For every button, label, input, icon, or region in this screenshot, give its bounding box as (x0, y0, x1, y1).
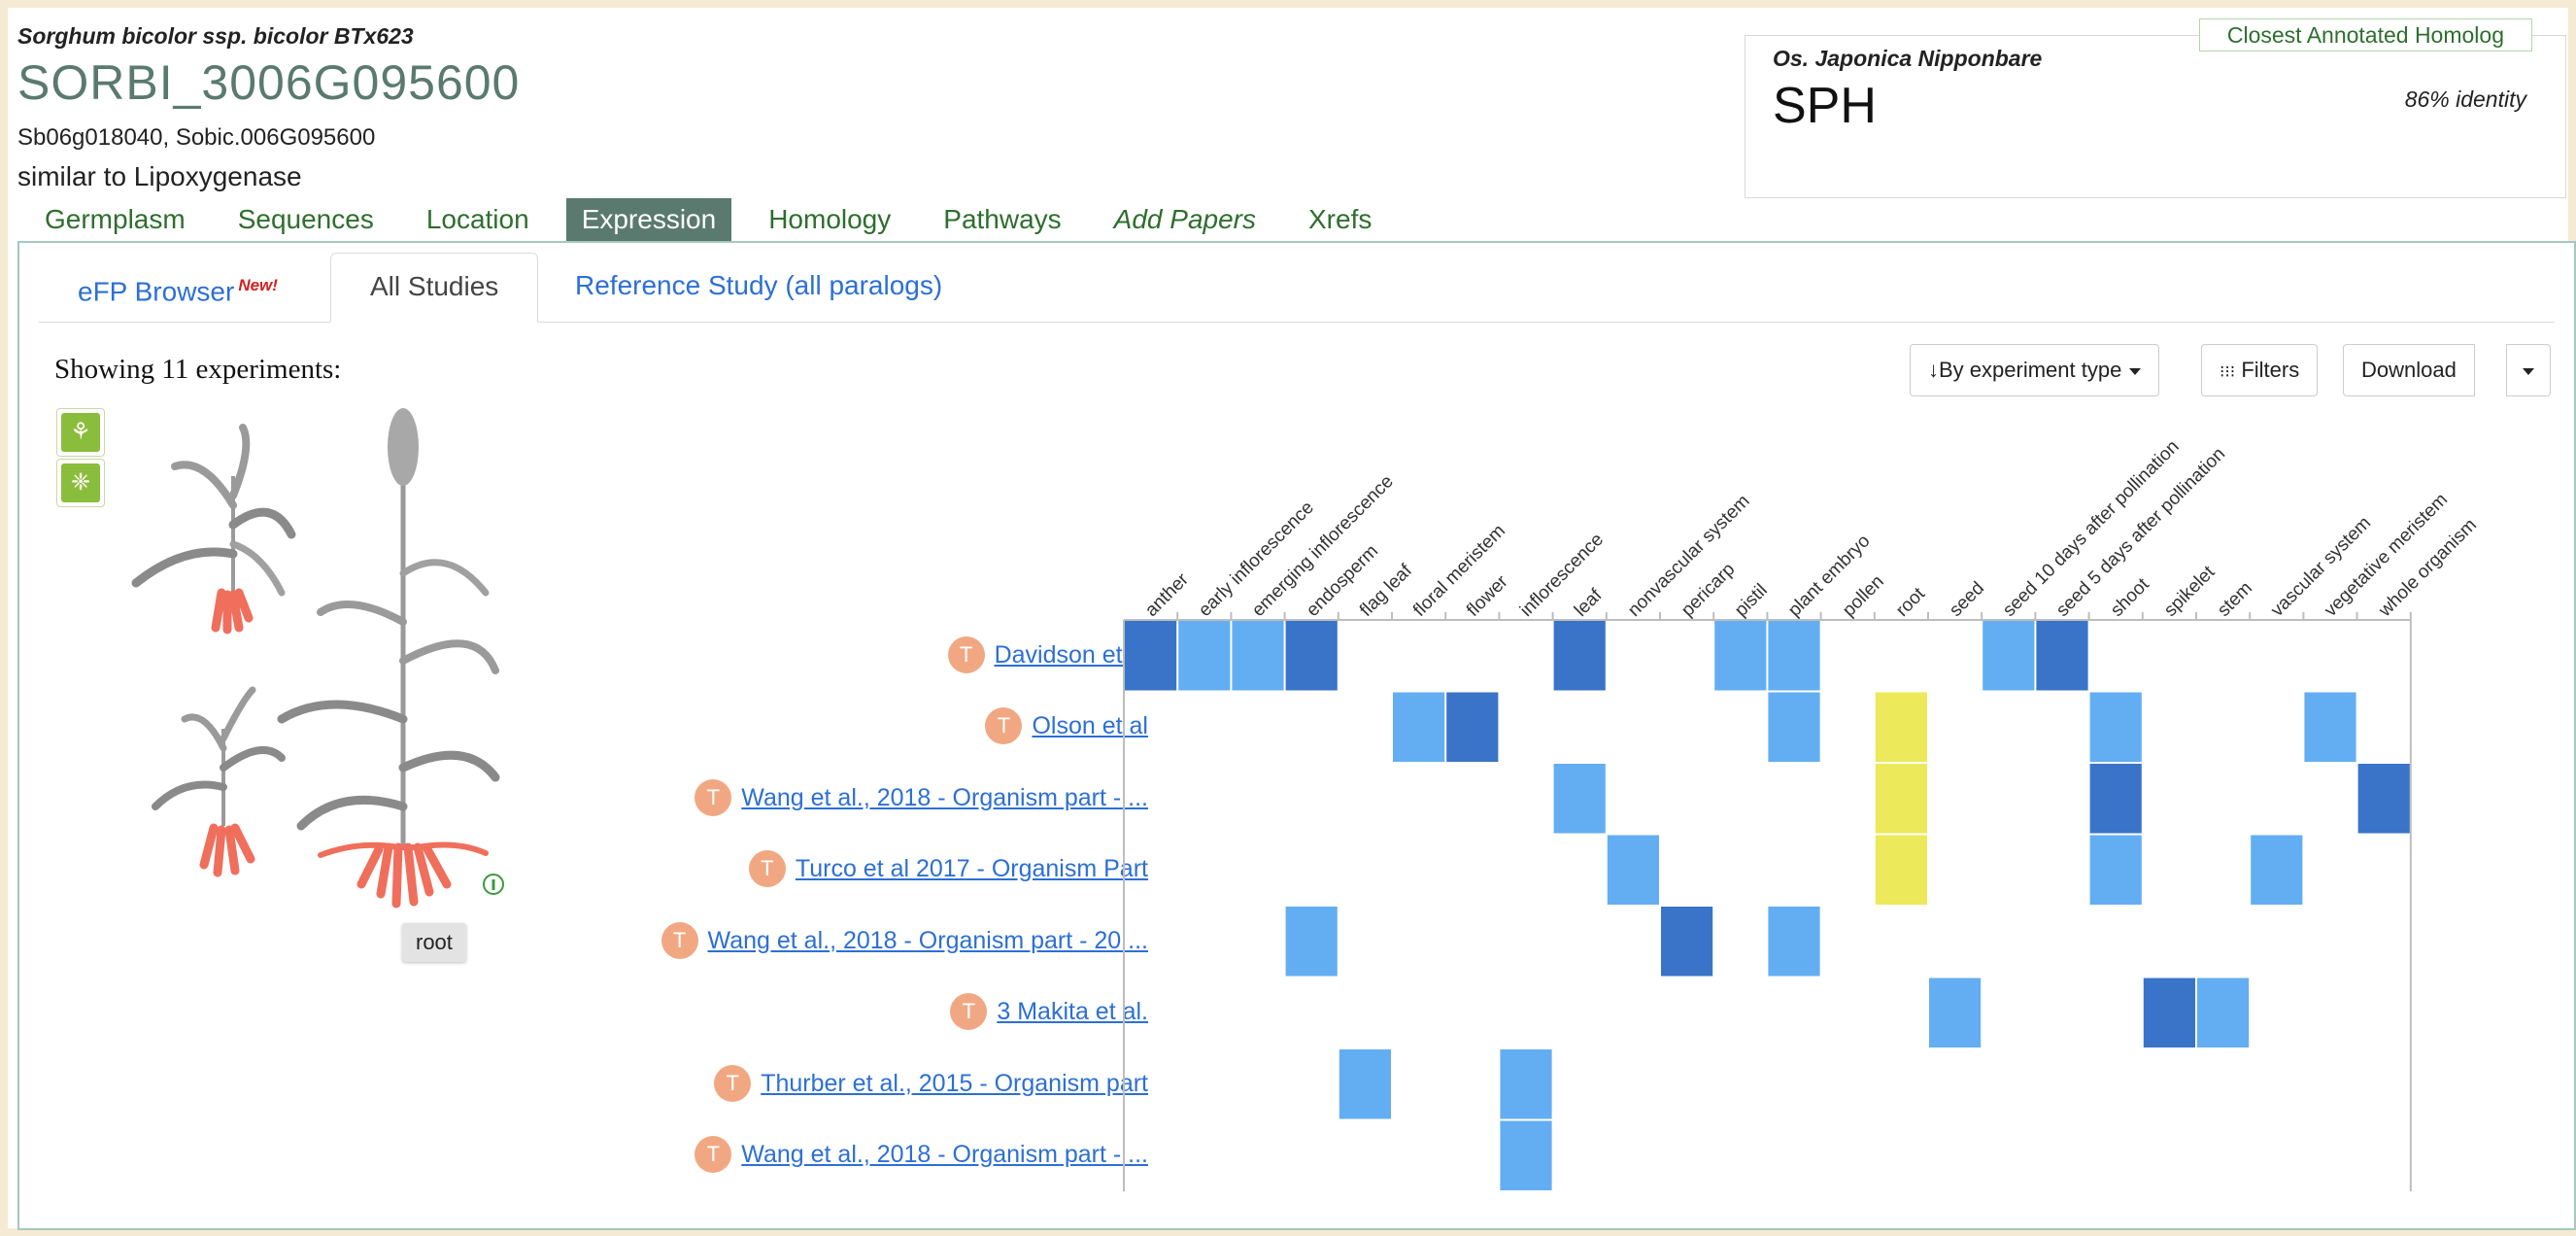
heatmap-cell[interactable] (2304, 692, 2356, 763)
gene-id: SORBI_3006G095600 (17, 55, 521, 110)
heatmap-cell[interactable] (1875, 692, 1927, 763)
tab-add-papers[interactable]: Add Papers (1099, 198, 1271, 241)
homolog-panel: Closest Annotated Homolog Os. Japonica N… (1745, 18, 2566, 198)
heatmap-cell[interactable] (2089, 692, 2142, 763)
heatmap-cell[interactable] (1232, 621, 1284, 691)
heatmap-cell[interactable] (1339, 1049, 1391, 1119)
heatmap-frame (1123, 619, 2412, 1191)
heatmap-cell[interactable] (2089, 764, 2142, 834)
heatmap-cell[interactable] (1714, 621, 1767, 691)
heatmap-cell[interactable] (1929, 978, 1982, 1048)
heatmap-cell[interactable] (1661, 907, 1713, 977)
tab-expression[interactable]: Expression (565, 198, 732, 241)
heatmap-cell[interactable] (1500, 1120, 1552, 1191)
expression-panel: eFP Browser New! All Studies Reference St… (17, 241, 2576, 1230)
tab-germplasm[interactable]: Germplasm (29, 198, 201, 241)
gene-description: similar to Lipoxygenase (17, 161, 302, 191)
heatmap-cell[interactable] (1178, 621, 1231, 691)
heatmap-cell[interactable] (2143, 978, 2195, 1048)
heatmap-cell[interactable] (1768, 621, 1820, 691)
heatmap-cell[interactable] (1607, 835, 1659, 906)
heatmap-cell[interactable] (1553, 621, 1606, 691)
heatmap-cell[interactable] (2357, 764, 2410, 834)
heatmap-cell[interactable] (2089, 835, 2142, 906)
heatmap-cell[interactable] (1125, 621, 1177, 691)
page: Sorghum bicolor ssp. bicolor BTx623 SORB… (0, 0, 2576, 1236)
gene-synonyms: Sb06g018040, Sobic.006G095600 (17, 124, 376, 151)
homolog-name: SPH (1773, 78, 1877, 134)
heatmap-cell[interactable] (2197, 978, 2250, 1048)
homolog-identity: 86% identity (2404, 86, 2526, 112)
tab-pathways[interactable]: Pathways (928, 198, 1076, 241)
heatmap-cell[interactable] (1285, 621, 1338, 691)
heatmap-cell[interactable] (1983, 621, 2035, 691)
gene-species: Sorghum bicolor ssp. bicolor BTx623 (17, 23, 414, 49)
tab-homology[interactable]: Homology (753, 198, 906, 241)
heatmap-cell[interactable] (1768, 692, 1820, 763)
tab-sequences[interactable]: Sequences (222, 198, 390, 241)
expression-heatmap (1123, 612, 2412, 1191)
heatmap-cell[interactable] (1875, 764, 1927, 834)
heatmap-cell[interactable] (2036, 621, 2088, 691)
heatmap-cell[interactable] (1768, 907, 1820, 977)
heatmap-cell[interactable] (1500, 1049, 1552, 1119)
closest-homolog-button[interactable]: Closest Annotated Homolog (2198, 18, 2532, 52)
main-tabs: Germplasm Sequences Location Expression … (29, 198, 1408, 241)
heatmap-cell[interactable] (1875, 835, 1927, 906)
heatmap-cell[interactable] (1446, 692, 1499, 763)
heatmap-cell[interactable] (1393, 692, 1445, 763)
tab-location[interactable]: Location (411, 198, 545, 241)
heatmap-cell[interactable] (1553, 764, 1606, 834)
heatmap-cell[interactable] (1285, 907, 1338, 977)
tab-xrefs[interactable]: Xrefs (1293, 198, 1387, 241)
heatmap-cell[interactable] (2251, 835, 2303, 906)
homolog-species: Os. Japonica Nipponbare (1773, 46, 2043, 71)
